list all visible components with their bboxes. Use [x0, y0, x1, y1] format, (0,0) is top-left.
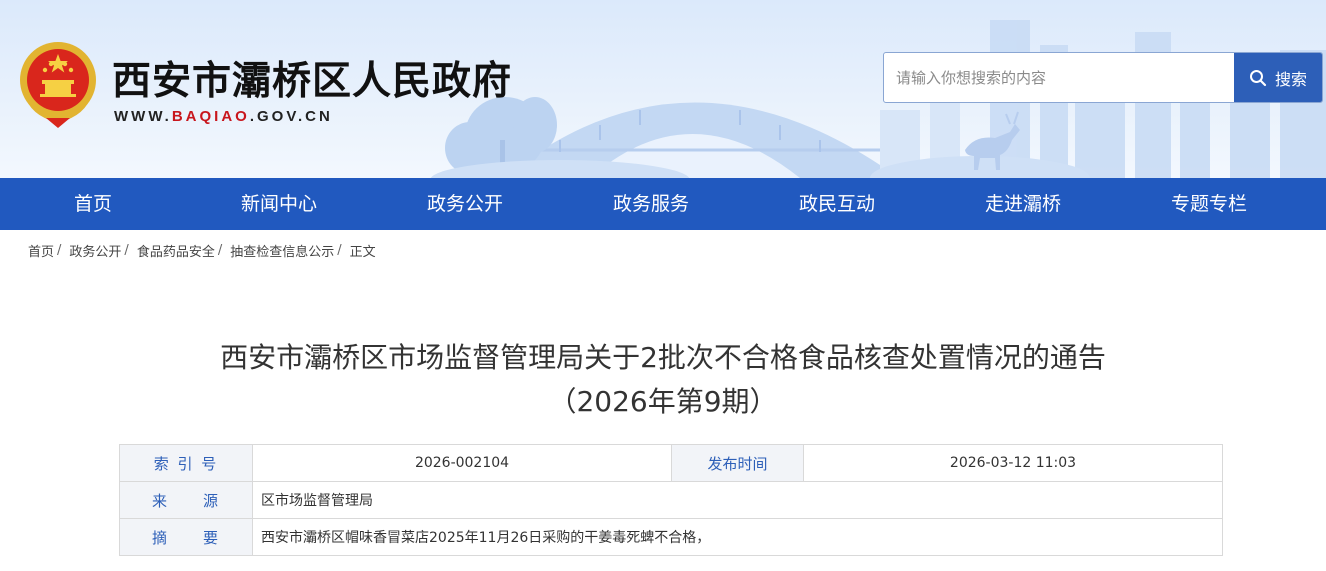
breadcrumb: 首页 / 政务公开 / 食品药品安全 / 抽查检查信息公示 / 正文 [28, 241, 376, 260]
index-number-label: 索 引 号 [119, 444, 253, 482]
nav-item-home[interactable]: 首页 [0, 178, 186, 230]
summary-label: 摘 要 [119, 518, 253, 556]
article-title-line1: 西安市灞桥区市场监督管理局关于2批次不合格食品核查处置情况的通告 [220, 341, 1106, 374]
search-box: 搜索 [883, 52, 1323, 103]
nav-item-gov-services[interactable]: 政务服务 [558, 178, 744, 230]
summary-value: 西安市灞桥区帽味香冒菜店2025年11月26日采购的干姜毒死蜱不合格， [252, 518, 1223, 556]
breadcrumb-food-drug-safety[interactable]: 食品药品安全 [137, 241, 215, 260]
site-title: 西安市灞桥区人民政府 [112, 59, 513, 104]
breadcrumb-separator: / [57, 243, 62, 258]
search-button-label: 搜索 [1274, 69, 1307, 89]
nav-item-about-baqiao[interactable]: 走进灞桥 [930, 178, 1116, 230]
nav-item-interaction[interactable]: 政民互动 [744, 178, 930, 230]
source-label: 来 源 [119, 481, 253, 519]
domain-highlight: BAQIAO [171, 108, 250, 125]
national-emblem-logo [20, 42, 96, 128]
search-input[interactable] [884, 53, 1234, 102]
breadcrumb-home[interactable]: 首页 [28, 241, 54, 260]
domain-suffix: .GOV.CN [249, 108, 333, 125]
table-row: 索 引 号 2026-002104 发布时间 2026-03-12 11:03 [119, 444, 1223, 482]
main-nav: 首页 新闻中心 政务公开 政务服务 政民互动 走进灞桥 专题专栏 [0, 178, 1326, 230]
publish-time-label: 发布时间 [671, 444, 804, 482]
breadcrumb-separator: / [337, 243, 342, 258]
nav-item-gov-affairs-open[interactable]: 政务公开 [372, 178, 558, 230]
nav-item-news[interactable]: 新闻中心 [186, 178, 372, 230]
breadcrumb-current: 正文 [349, 245, 376, 260]
publish-time-value: 2026-03-12 11:03 [803, 444, 1223, 482]
search-button[interactable]: 搜索 [1234, 53, 1322, 102]
breadcrumb-separator: / [217, 243, 223, 258]
breadcrumb-separator: / [124, 243, 129, 258]
index-number-value: 2026-002104 [252, 444, 672, 482]
search-icon [1249, 69, 1267, 86]
nav-item-special-topics[interactable]: 专题专栏 [1116, 178, 1302, 230]
source-value: 区市场监督管理局 [252, 481, 1223, 519]
page: 西安市灞桥区人民政府 WWW.BAQIAO.GOV.CN 搜索 首页 新闻中心 … [0, 0, 1326, 571]
table-row: 摘 要 西安市灞桥区帽味香冒菜店2025年11月26日采购的干姜毒死蜱不合格， [119, 518, 1223, 556]
article-title-line2: （2026年第9期） [548, 385, 778, 418]
site-domain: WWW.BAQIAO.GOV.CN [114, 108, 333, 125]
breadcrumb-inspection-disclosure[interactable]: 抽查检查信息公示 [230, 241, 334, 260]
article-title: 西安市灞桥区市场监督管理局关于2批次不合格食品核查处置情况的通告 （2026年第… [0, 336, 1326, 424]
table-row: 来 源 区市场监督管理局 [119, 481, 1223, 519]
article-info-table: 索 引 号 2026-002104 发布时间 2026-03-12 11:03 … [119, 444, 1223, 556]
domain-prefix: WWW. [114, 108, 172, 125]
site-header: 西安市灞桥区人民政府 WWW.BAQIAO.GOV.CN 搜索 [0, 0, 1326, 178]
breadcrumb-gov-affairs-open[interactable]: 政务公开 [69, 241, 121, 260]
